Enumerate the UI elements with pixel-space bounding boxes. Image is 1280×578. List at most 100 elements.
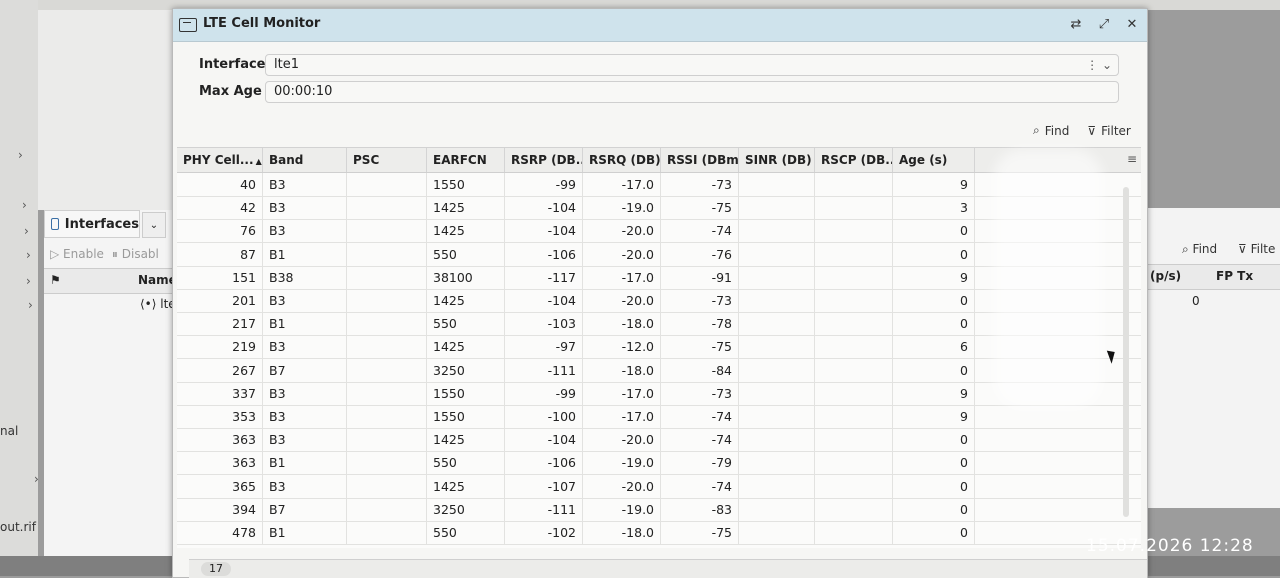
table-row[interactable]: 363 B1 550 -106 -19.0 -79 0 xyxy=(177,451,1141,476)
interface-value: lte1 xyxy=(274,57,299,72)
chevron-right-icon[interactable]: › xyxy=(22,198,27,212)
cell-band: B1 xyxy=(263,521,347,544)
select-controls[interactable]: ⋮ ⌄ xyxy=(1086,55,1112,75)
vertical-scrollbar[interactable] xyxy=(1123,187,1129,517)
table-row[interactable]: 201 B3 1425 -104 -20.0 -73 0 xyxy=(177,289,1141,313)
filter-button[interactable]: ⊽ Filte xyxy=(1238,242,1275,256)
cell-phy-cell: 87 xyxy=(177,242,263,266)
table-row[interactable]: 76 B3 1425 -104 -20.0 -74 0 xyxy=(177,219,1141,244)
columns-menu-icon[interactable]: ≡ xyxy=(1127,152,1137,166)
table-row[interactable]: 151 B38 38100 -117 -17.0 -91 9 xyxy=(177,265,1141,290)
disable-button[interactable]: ⏸ Disabl xyxy=(112,247,159,262)
table-row[interactable]: 394 B7 3250 -111 -19.0 -83 0 xyxy=(177,497,1141,522)
cell-band: B1 xyxy=(263,242,347,266)
tab-label: Interfaces xyxy=(64,216,139,232)
chevron-right-icon[interactable]: › xyxy=(26,248,31,262)
column-header-phy-cell[interactable]: PHY Cell... ▲ xyxy=(177,148,263,172)
filter-button[interactable]: ⊽ Filter xyxy=(1087,123,1131,138)
cell-rsrq: -20.0 xyxy=(583,428,661,452)
chevron-right-icon[interactable]: › xyxy=(24,224,29,238)
column-header-rsrq[interactable]: RSRQ (DB) xyxy=(583,148,661,172)
cell-sinr xyxy=(739,521,815,544)
cell-rsrq: -17.0 xyxy=(583,405,661,428)
cell-age: 9 xyxy=(893,265,975,289)
table-row[interactable]: 365 B3 1425 -107 -20.0 -74 0 xyxy=(177,474,1141,499)
table-row[interactable]: 217 B1 550 -103 -18.0 -78 0 xyxy=(177,312,1141,337)
title-bar[interactable]: LTE Cell Monitor ⇄ ⤢ ✕ xyxy=(173,9,1147,42)
cell-age: 0 xyxy=(893,497,975,521)
restore-icon[interactable]: ⇄ xyxy=(1067,16,1085,34)
close-icon[interactable]: ✕ xyxy=(1123,16,1141,34)
cell-earfcn: 1425 xyxy=(427,428,505,452)
table-row[interactable]: 337 B3 1550 -99 -17.0 -73 9 xyxy=(177,381,1141,406)
cell-band: B3 xyxy=(263,381,347,405)
cell-earfcn: 38100 xyxy=(427,265,505,289)
column-header-earfcn[interactable]: EARFCN xyxy=(427,148,505,172)
cell-rssi: -73 xyxy=(661,289,739,312)
tab-dropdown-button[interactable]: ⌄ xyxy=(142,212,166,238)
column-header-sinr[interactable]: SINR (DB) xyxy=(739,148,815,172)
cell-psc xyxy=(347,451,427,475)
chevron-right-icon[interactable]: › xyxy=(28,298,33,312)
background-table-header: et (p/s) FP Tx xyxy=(1130,264,1280,290)
interface-select[interactable]: lte1 ⋮ ⌄ xyxy=(265,54,1119,76)
column-header[interactable]: FP Tx xyxy=(1216,269,1253,283)
cell-rsrq: -19.0 xyxy=(583,451,661,475)
column-header-age[interactable]: Age (s) xyxy=(893,148,975,172)
cell-rscp xyxy=(815,358,893,382)
table-row[interactable]: 219 B3 1425 -97 -12.0 -75 6 xyxy=(177,335,1141,360)
cell-age: 0 xyxy=(893,289,975,312)
table-row[interactable]: 42 B3 1425 -104 -19.0 -75 3 xyxy=(177,196,1141,221)
chevron-right-icon[interactable]: › xyxy=(26,274,31,288)
cell-phy-cell: 394 xyxy=(177,497,263,521)
maximize-icon[interactable]: ⤢ xyxy=(1095,16,1113,34)
table-row[interactable]: 87 B1 550 -106 -20.0 -76 0 xyxy=(177,242,1141,267)
cell-phy-cell: 337 xyxy=(177,381,263,405)
column-header-rssi[interactable]: RSSI (DBm) xyxy=(661,148,739,172)
cell-earfcn: 1425 xyxy=(427,474,505,498)
cell-band: B3 xyxy=(263,196,347,220)
cell-band: B3 xyxy=(263,428,347,452)
cell-band: B3 xyxy=(263,173,347,196)
find-button[interactable]: ⌕ Find xyxy=(1182,242,1217,257)
column-header-rscp[interactable]: RSCP (DB... xyxy=(815,148,893,172)
cell-age: 3 xyxy=(893,196,975,220)
cell-psc xyxy=(347,312,427,336)
table-row[interactable]: 267 B7 3250 -111 -18.0 -84 0 xyxy=(177,358,1141,383)
cell-band: B3 xyxy=(263,219,347,243)
cell-rsrp: -111 xyxy=(505,358,583,382)
table-row[interactable]: 363 B3 1425 -104 -20.0 -74 0 xyxy=(177,428,1141,453)
tab-interfaces[interactable]: Interfaces xyxy=(44,210,140,238)
cell-rscp xyxy=(815,381,893,405)
background-left-strip xyxy=(38,10,178,210)
chevron-right-icon[interactable]: › xyxy=(34,472,39,486)
cell-rssi: -79 xyxy=(661,451,739,475)
find-button[interactable]: ⌕ Find xyxy=(1033,123,1069,138)
table-row[interactable]: 40 B3 1550 -99 -17.0 -73 9 xyxy=(177,173,1141,197)
column-header-band[interactable]: Band xyxy=(263,148,347,172)
cell-sinr xyxy=(739,196,815,220)
cell-rsrp: -99 xyxy=(505,381,583,405)
sort-asc-icon: ▲ xyxy=(255,157,262,166)
column-header-psc[interactable]: PSC xyxy=(347,148,427,172)
cell-rssi: -74 xyxy=(661,405,739,428)
cell-age: 0 xyxy=(893,428,975,452)
cell-rscp xyxy=(815,521,893,544)
chevron-right-icon[interactable]: › xyxy=(18,148,23,162)
column-header-rsrp[interactable]: RSRP (DB... xyxy=(505,148,583,172)
cell-psc xyxy=(347,289,427,312)
cell-age: 9 xyxy=(893,405,975,428)
max-age-input[interactable]: 00:00:10 xyxy=(265,81,1119,103)
filter-icon: ⊽ xyxy=(1087,123,1097,138)
side-label: out.rif xyxy=(0,520,36,534)
cell-age: 9 xyxy=(893,173,975,196)
enable-button[interactable]: ▷ Enable xyxy=(50,247,104,261)
column-name[interactable]: Name xyxy=(138,273,177,287)
cell-age: 0 xyxy=(893,219,975,243)
cell-phy-cell: 365 xyxy=(177,474,263,498)
cell-table: ≡ PHY Cell... ▲ Band PSC EARFCN RSRP (DB... RS… xyxy=(177,147,1141,548)
flag-icon: ⚑ xyxy=(50,273,61,287)
side-label: nal xyxy=(0,424,19,438)
table-row[interactable]: 478 B1 550 -102 -18.0 -75 0 xyxy=(177,521,1141,545)
table-row[interactable]: 353 B3 1550 -100 -17.0 -74 9 xyxy=(177,405,1141,429)
